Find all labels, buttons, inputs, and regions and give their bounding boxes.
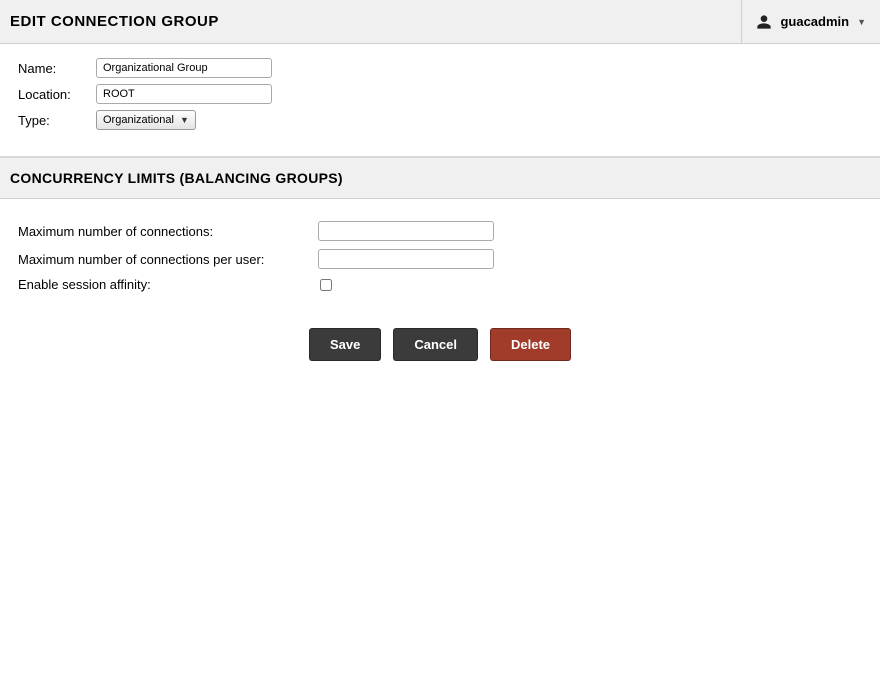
- name-label: Name:: [18, 61, 96, 76]
- user-menu[interactable]: guacadmin ▼: [741, 0, 880, 43]
- user-name: guacadmin: [780, 14, 849, 29]
- cancel-button[interactable]: Cancel: [393, 328, 478, 361]
- type-select[interactable]: Organizational ▼: [96, 110, 196, 130]
- location-input[interactable]: [96, 84, 272, 104]
- session-affinity-label: Enable session affinity:: [18, 277, 318, 292]
- max-connections-per-user-row: Maximum number of connections per user:: [18, 249, 862, 269]
- concurrency-section-header: CONCURRENCY LIMITS (BALANCING GROUPS): [0, 157, 880, 199]
- basic-properties-section: Name: Location: Type: Organizational ▼: [0, 44, 880, 157]
- chevron-down-icon: ▼: [857, 17, 866, 27]
- type-select-value: Organizational: [103, 114, 174, 126]
- name-row: Name:: [18, 58, 862, 78]
- max-connections-per-user-label: Maximum number of connections per user:: [18, 252, 318, 267]
- page-title: EDIT CONNECTION GROUP: [0, 0, 741, 43]
- name-input[interactable]: [96, 58, 272, 78]
- delete-button[interactable]: Delete: [490, 328, 571, 361]
- session-affinity-row: Enable session affinity:: [18, 277, 862, 292]
- concurrency-section: Maximum number of connections: Maximum n…: [0, 199, 880, 314]
- button-row: Save Cancel Delete: [0, 314, 880, 375]
- save-button[interactable]: Save: [309, 328, 381, 361]
- max-connections-row: Maximum number of connections:: [18, 221, 862, 241]
- session-affinity-checkbox[interactable]: [320, 279, 332, 291]
- location-label: Location:: [18, 87, 96, 102]
- max-connections-label: Maximum number of connections:: [18, 224, 318, 239]
- chevron-down-icon: ▼: [180, 115, 189, 125]
- max-connections-per-user-input[interactable]: [318, 249, 494, 269]
- type-label: Type:: [18, 113, 96, 128]
- header-bar: EDIT CONNECTION GROUP guacadmin ▼: [0, 0, 880, 44]
- max-connections-input[interactable]: [318, 221, 494, 241]
- type-row: Type: Organizational ▼: [18, 110, 862, 130]
- user-icon: [756, 14, 772, 30]
- location-row: Location:: [18, 84, 862, 104]
